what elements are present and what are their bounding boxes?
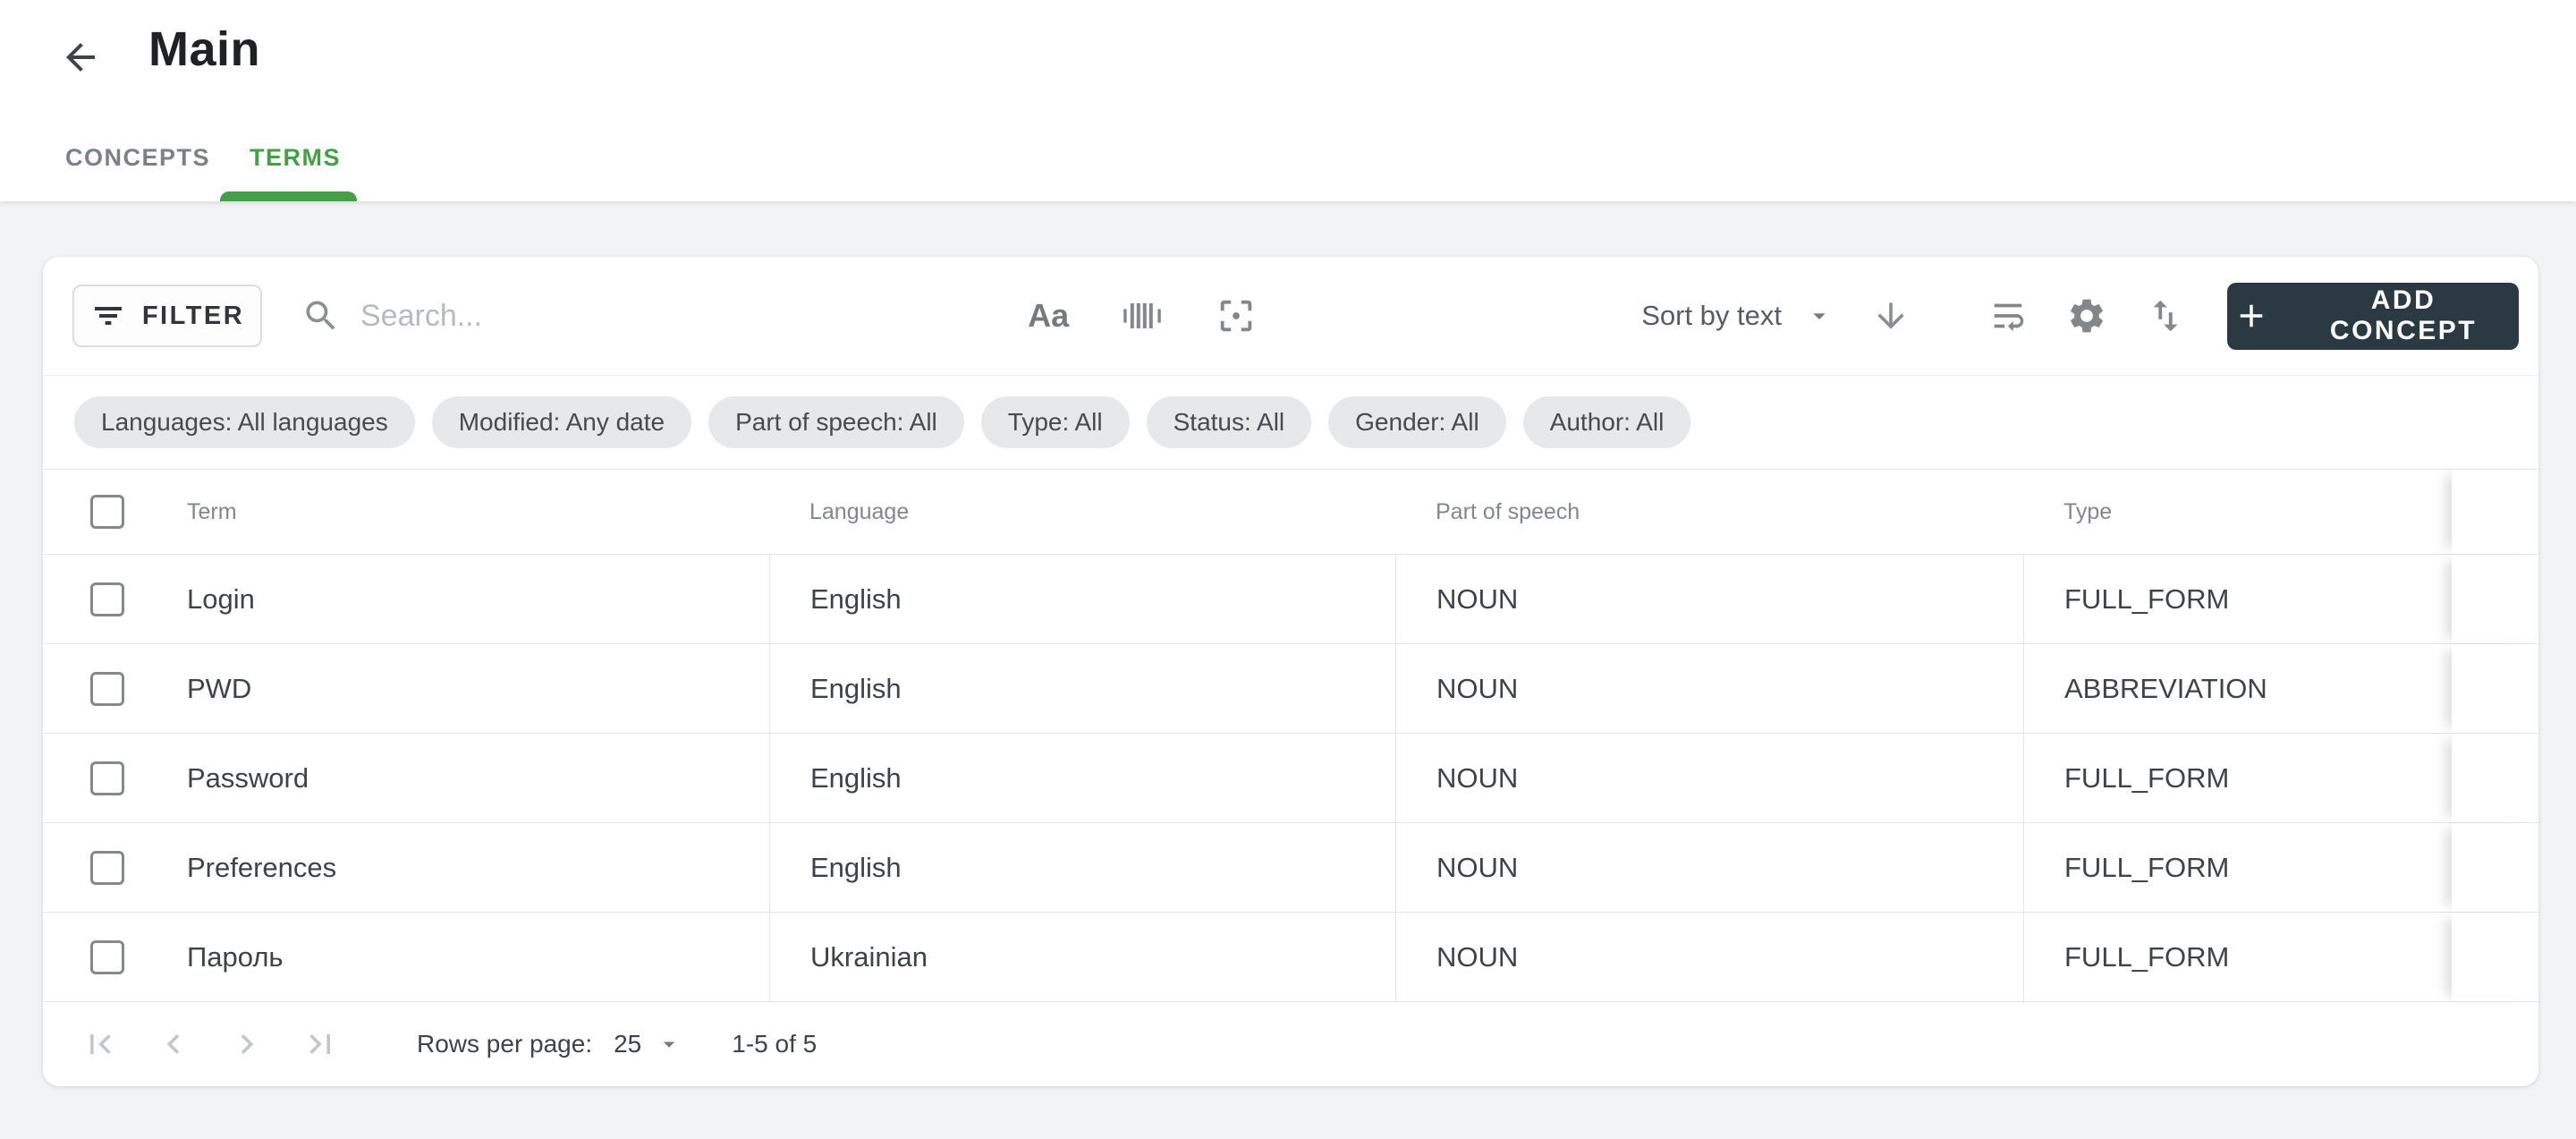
sticky-column-cell — [2452, 913, 2538, 1001]
import-export-icon[interactable] — [2145, 295, 2186, 336]
sticky-column-cell — [2452, 644, 2538, 733]
language-cell: English — [810, 852, 902, 884]
filter-list-icon — [90, 298, 126, 334]
match-case-icon[interactable]: Aa — [1028, 297, 1069, 335]
add-concept-button[interactable]: ADD CONCEPT — [2227, 283, 2519, 350]
sticky-column-cell — [2452, 555, 2538, 643]
active-tab-underline — [220, 191, 357, 201]
sticky-column-cell — [2452, 734, 2538, 822]
back-arrow-icon — [59, 36, 102, 79]
type-cell: ABBREVIATION — [2064, 673, 2267, 705]
filter-chip-part-of-speech[interactable]: Part of speech: All — [708, 396, 964, 448]
center-focus-icon[interactable] — [1216, 295, 1257, 336]
filter-button-label: FILTER — [142, 302, 244, 331]
search-input[interactable] — [359, 298, 1028, 335]
language-cell: English — [810, 762, 902, 795]
pagination-bar: Rows per page: 25 1-5 of 5 — [43, 1002, 2538, 1086]
rows-per-page-label: Rows per page: — [417, 1030, 592, 1058]
next-page-icon[interactable] — [227, 1024, 267, 1064]
tab-terms[interactable]: TERMS — [250, 144, 341, 172]
filter-button[interactable]: FILTER — [72, 285, 262, 347]
search-field — [301, 296, 1028, 336]
search-icon — [301, 296, 341, 336]
language-cell: Ukrainian — [810, 941, 928, 973]
part-of-speech-cell: NOUN — [1436, 673, 1518, 705]
wrap-text-icon[interactable] — [1987, 295, 2029, 336]
sort-select-value: Sort by text — [1641, 300, 1782, 332]
sort-caret-icon — [1805, 302, 1834, 330]
term-cell: Login — [187, 583, 255, 616]
table-header-row: Term Language Part of speech Type — [43, 470, 2538, 555]
row-checkbox[interactable] — [90, 851, 124, 885]
filter-chip-modified[interactable]: Modified: Any date — [432, 396, 691, 448]
term-cell: PWD — [187, 673, 251, 705]
prev-page-icon[interactable] — [154, 1024, 193, 1064]
filter-chip-status[interactable]: Status: All — [1147, 396, 1312, 448]
filter-chips-row: Languages: All languages Modified: Any d… — [43, 376, 2538, 470]
table-row[interactable]: Login English NOUN FULL_FORM — [43, 555, 2538, 644]
term-cell: Пароль — [187, 941, 284, 973]
type-cell: FULL_FORM — [2064, 583, 2229, 616]
sticky-column-header — [2452, 470, 2538, 554]
column-header-part-of-speech: Part of speech — [1436, 499, 1580, 525]
plus-icon — [2233, 297, 2270, 335]
table-row[interactable]: Preferences English NOUN FULL_FORM — [43, 823, 2538, 913]
filter-chip-gender[interactable]: Gender: All — [1328, 396, 1506, 448]
part-of-speech-cell: NOUN — [1436, 852, 1518, 884]
pagination-range: 1-5 of 5 — [732, 1030, 817, 1058]
rows-per-page-select[interactable]: 25 — [614, 1030, 682, 1058]
type-cell: FULL_FORM — [2064, 762, 2229, 795]
sort-direction-icon[interactable] — [1871, 296, 1911, 336]
language-cell: English — [810, 673, 902, 705]
terms-card: FILTER Aa Sort — [43, 257, 2538, 1086]
select-all-checkbox[interactable] — [90, 495, 124, 529]
last-page-icon[interactable] — [301, 1024, 340, 1064]
barcode-icon[interactable] — [1121, 296, 1164, 336]
app-header: Main CONCEPTS TERMS — [0, 0, 2576, 201]
rows-per-page-value: 25 — [614, 1030, 641, 1058]
column-header-term: Term — [187, 499, 237, 525]
table-row[interactable]: PWD English NOUN ABBREVIATION — [43, 644, 2538, 734]
language-cell: English — [810, 583, 902, 616]
table-row[interactable]: Password English NOUN FULL_FORM — [43, 734, 2538, 823]
sort-select[interactable]: Sort by text — [1641, 300, 1834, 332]
row-checkbox[interactable] — [90, 582, 124, 616]
term-cell: Password — [187, 762, 309, 795]
row-checkbox[interactable] — [90, 672, 124, 706]
terms-table: Term Language Part of speech Type Login … — [43, 470, 2538, 1002]
filter-chip-type[interactable]: Type: All — [981, 396, 1130, 448]
part-of-speech-cell: NOUN — [1436, 762, 1518, 795]
first-page-icon[interactable] — [80, 1024, 120, 1064]
settings-gear-icon[interactable] — [2066, 295, 2107, 336]
row-checkbox[interactable] — [90, 761, 124, 795]
toolbar: FILTER Aa Sort — [43, 257, 2538, 376]
rows-per-page-caret-icon — [656, 1031, 682, 1058]
filter-chip-author[interactable]: Author: All — [1523, 396, 1691, 448]
sticky-column-cell — [2452, 823, 2538, 912]
filter-chip-languages[interactable]: Languages: All languages — [74, 396, 415, 448]
tab-concepts[interactable]: CONCEPTS — [65, 144, 210, 172]
table-row[interactable]: Пароль Ukrainian NOUN FULL_FORM — [43, 913, 2538, 1002]
add-concept-label: ADD CONCEPT — [2293, 285, 2513, 346]
term-cell: Preferences — [187, 852, 336, 884]
column-header-type: Type — [2063, 499, 2112, 525]
type-cell: FULL_FORM — [2064, 852, 2229, 884]
column-header-language: Language — [809, 499, 909, 525]
type-cell: FULL_FORM — [2064, 941, 2229, 973]
page-title: Main — [148, 21, 260, 77]
part-of-speech-cell: NOUN — [1436, 941, 1518, 973]
back-button[interactable] — [55, 32, 106, 82]
row-checkbox[interactable] — [90, 940, 124, 974]
part-of-speech-cell: NOUN — [1436, 583, 1518, 616]
